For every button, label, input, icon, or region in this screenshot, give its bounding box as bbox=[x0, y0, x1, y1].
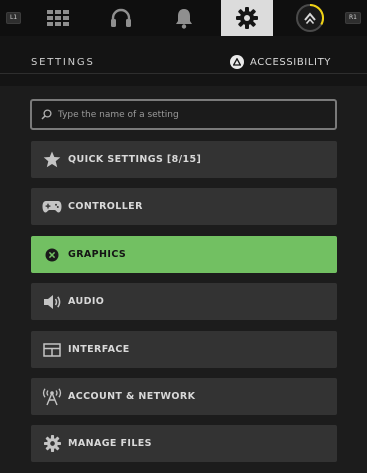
search-icon bbox=[41, 109, 52, 120]
menu-item-controller[interactable]: CONTROLLER bbox=[31, 188, 337, 225]
triangle-button-icon bbox=[230, 55, 245, 69]
left-bumper-hint: L1 bbox=[6, 12, 22, 24]
headset-icon bbox=[111, 8, 131, 27]
speaker-icon bbox=[41, 294, 63, 310]
gear-icon bbox=[236, 7, 258, 29]
menu-item-interface[interactable]: INTERFACE bbox=[31, 331, 337, 368]
menu-item-quick-settings[interactable]: QUICK SETTINGS [8/15] bbox=[31, 141, 337, 178]
top-nav-bar: L1 R1 bbox=[0, 0, 367, 36]
gear-icon bbox=[41, 435, 63, 452]
header-divider bbox=[0, 73, 367, 74]
menu-item-label: GRAPHICS bbox=[68, 249, 127, 260]
menu-item-graphics[interactable]: GRAPHICS bbox=[31, 236, 337, 273]
search-input[interactable] bbox=[58, 109, 298, 120]
settings-search[interactable] bbox=[30, 99, 337, 130]
menu-item-account-network[interactable]: ACCOUNT & NETWORK bbox=[31, 378, 337, 415]
tab-social[interactable] bbox=[95, 0, 147, 36]
menu-item-label: INTERFACE bbox=[68, 344, 130, 355]
tab-menu-grid[interactable] bbox=[32, 0, 84, 36]
tab-settings[interactable] bbox=[221, 0, 273, 36]
grid-icon bbox=[47, 10, 69, 26]
rank-badge-icon bbox=[296, 3, 324, 32]
tab-progression[interactable] bbox=[284, 0, 336, 36]
menu-item-audio[interactable]: AUDIO bbox=[31, 283, 337, 320]
accessibility-label: ACCESSIBILITY bbox=[250, 56, 331, 68]
menu-item-manage-files[interactable]: MANAGE FILES bbox=[31, 425, 337, 462]
right-bumper-hint: R1 bbox=[345, 12, 361, 24]
menu-item-label: QUICK SETTINGS [8/15] bbox=[68, 154, 202, 165]
tab-notifications[interactable] bbox=[158, 0, 210, 36]
accessibility-button[interactable]: ACCESSIBILITY bbox=[230, 55, 331, 69]
page-title: SETTINGS bbox=[31, 57, 95, 68]
star-icon bbox=[41, 151, 63, 168]
network-icon bbox=[41, 387, 63, 406]
menu-item-label: CONTROLLER bbox=[68, 201, 143, 212]
bell-icon bbox=[176, 9, 192, 29]
gamepad-icon bbox=[41, 200, 63, 213]
menu-item-label: MANAGE FILES bbox=[68, 438, 152, 449]
interface-icon bbox=[41, 342, 63, 357]
menu-item-label: AUDIO bbox=[68, 296, 105, 307]
menu-item-label: ACCOUNT & NETWORK bbox=[68, 391, 196, 402]
cross-button-icon bbox=[41, 248, 63, 262]
